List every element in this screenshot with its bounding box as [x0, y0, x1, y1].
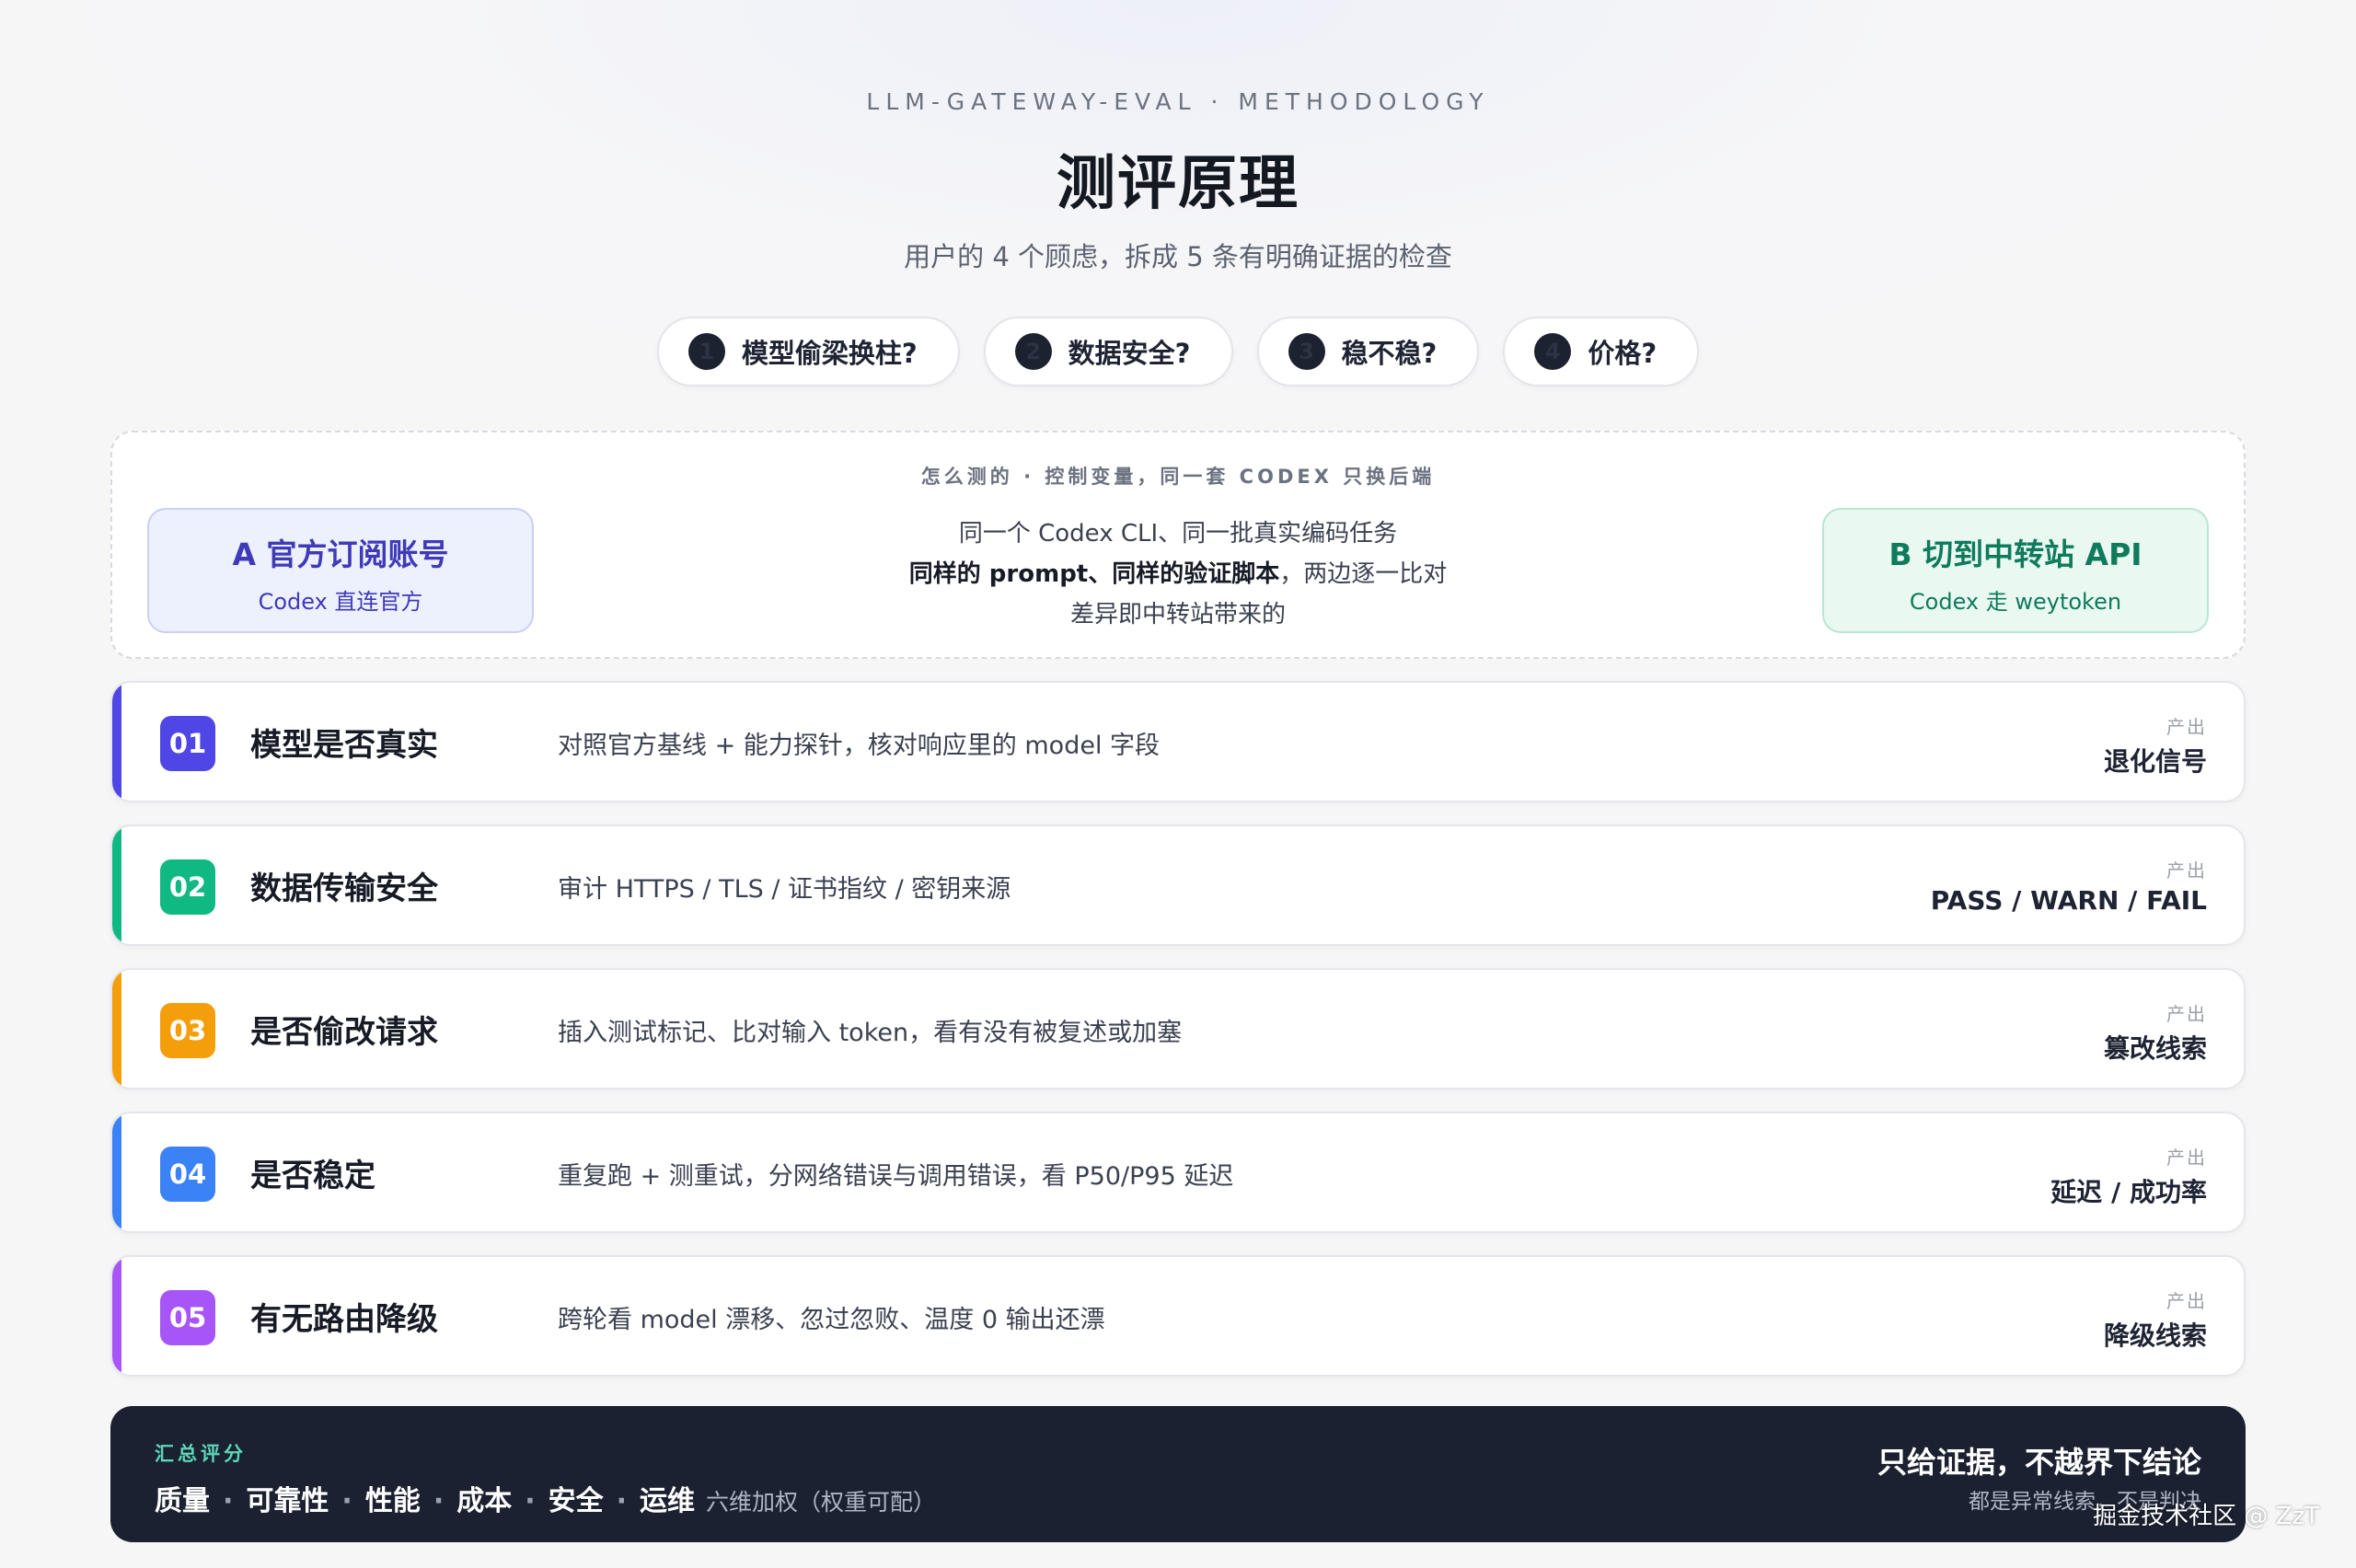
number-4-icon: 4 — [1534, 333, 1572, 370]
accent-bar — [112, 970, 121, 1088]
method-panel: 怎么测的 · 控制变量，同一套 CODEX 只换后端 A 官方订阅账号 Code… — [110, 431, 2246, 659]
check-description: 对照官方基线 + 能力探针，核对响应里的 model 字段 — [558, 732, 1161, 760]
separator: · — [223, 1485, 234, 1517]
concern-label: 模型偷梁换柱? — [741, 338, 918, 369]
output-value: 退化信号 — [2103, 746, 2207, 777]
summary-dimensions: 质量 · 可靠性 · 性能 · 成本 · 安全 · 运维 六维加权（权重可配） — [155, 1478, 936, 1518]
separator: · — [525, 1485, 536, 1517]
output-label: 产出 — [2166, 1147, 2207, 1169]
check-row-04: 04 是否稳定 重复跑 + 测重试，分网络错误与调用错误，看 P50/P95 延… — [110, 1112, 2246, 1233]
check-number-badge: 05 — [160, 1290, 215, 1345]
check-number-badge: 01 — [160, 716, 215, 771]
dimension-quality: 质量 — [155, 1485, 210, 1517]
concern-pills: 1 模型偷梁换柱? 2 数据安全? 3 稳不稳? 4 价格? — [0, 317, 2356, 386]
summary-label: 汇总评分 — [155, 1443, 247, 1465]
separator: · — [341, 1485, 352, 1517]
concern-label: 数据安全? — [1068, 338, 1191, 369]
number-2-icon: 2 — [1014, 333, 1052, 370]
side-b-title: B 切到中转站 API — [1888, 536, 2142, 572]
accent-bar — [112, 826, 121, 944]
accent-bar — [112, 683, 121, 801]
output-value: 降级线索 — [2103, 1320, 2207, 1351]
check-title: 是否偷改请求 — [250, 1014, 438, 1051]
output-value: 延迟 / 成功率 — [2050, 1177, 2207, 1207]
dimension-reliability: 可靠性 — [246, 1485, 329, 1517]
concern-label: 稳不稳? — [1341, 338, 1438, 369]
check-description: 审计 HTTPS / TLS / 证书指纹 / 密钥来源 — [558, 875, 1011, 904]
output-label: 产出 — [2166, 1003, 2207, 1025]
separator: · — [433, 1485, 445, 1517]
concern-pill-3: 3 稳不稳? — [1256, 317, 1480, 386]
check-title: 有无路由降级 — [250, 1301, 438, 1338]
watermark: 掘金技术社区 @ ZzT — [2093, 1503, 2319, 1530]
number-1-icon: 1 — [687, 333, 725, 370]
concern-pill-1: 1 模型偷梁换柱? — [656, 317, 960, 386]
output-value: PASS / WARN / FAIL — [1930, 885, 2207, 916]
check-number-badge: 02 — [160, 859, 215, 915]
check-row-05: 05 有无路由降级 跨轮看 model 漂移、忽过忽败、温度 0 输出还漂 产出… — [110, 1255, 2246, 1377]
dimension-cost: 成本 — [456, 1485, 513, 1517]
summary-note: 六维加权（权重可配） — [706, 1489, 937, 1516]
check-title: 数据传输安全 — [250, 870, 438, 907]
check-row-01: 01 模型是否真实 对照官方基线 + 能力探针，核对响应里的 model 字段 … — [110, 681, 2246, 802]
check-number-badge: 03 — [160, 1003, 215, 1058]
concern-label: 价格? — [1588, 338, 1657, 369]
check-number-badge: 04 — [160, 1147, 215, 1202]
summary-conclusion: 只给证据，不越界下结论 — [1877, 1445, 2201, 1480]
check-row-02: 02 数据传输安全 审计 HTTPS / TLS / 证书指纹 / 密钥来源 产… — [110, 824, 2246, 946]
concern-pill-2: 2 数据安全? — [983, 317, 1233, 386]
check-description: 跨轮看 model 漂移、忽过忽败、温度 0 输出还漂 — [558, 1306, 1105, 1334]
method-line-2-bold: 同样的 prompt、同样的验证脚本 — [908, 560, 1280, 588]
dimension-operations: 运维 — [640, 1485, 696, 1517]
method-heading: 怎么测的 · 控制变量，同一套 CODEX 只换后端 — [920, 466, 1436, 488]
method-line-2-rest: ，两边逐一比对 — [1279, 560, 1448, 588]
check-title: 是否稳定 — [250, 1158, 375, 1194]
check-description: 重复跑 + 测重试，分网络错误与调用错误，看 P50/P95 延迟 — [558, 1162, 1234, 1191]
page-subtitle: 用户的 4 个顾虑，拆成 5 条有明确证据的检查 — [904, 241, 1452, 272]
summary-banner: 汇总评分 质量 · 可靠性 · 性能 · 成本 · 安全 · 运维 六维加权（权… — [110, 1406, 2246, 1542]
output-label: 产出 — [2166, 859, 2207, 882]
accent-bar — [112, 1113, 121, 1231]
check-title: 模型是否真实 — [250, 727, 438, 764]
output-label: 产出 — [2166, 1290, 2207, 1312]
side-b-card: B 切到中转站 API Codex 走 weytoken — [1822, 508, 2209, 633]
kicker: LLM-GATEWAY-EVAL · METHODOLOGY — [866, 88, 1490, 115]
check-row-03: 03 是否偷改请求 插入测试标记、比对输入 token，看有没有被复述或加塞 产… — [110, 968, 2246, 1090]
concern-pill-4: 4 价格? — [1503, 317, 1700, 386]
page-title: 测评原理 — [1057, 150, 1299, 218]
side-b-subtitle: Codex 走 weytoken — [1909, 589, 2122, 615]
output-label: 产出 — [2166, 716, 2207, 738]
check-description: 插入测试标记、比对输入 token，看有没有被复述或加塞 — [558, 1019, 1183, 1047]
number-3-icon: 3 — [1288, 333, 1325, 370]
accent-bar — [112, 1257, 121, 1375]
dimension-security: 安全 — [548, 1485, 604, 1517]
output-value: 篡改线索 — [2103, 1033, 2207, 1064]
dimension-performance: 性能 — [364, 1485, 421, 1517]
separator: · — [616, 1485, 628, 1517]
